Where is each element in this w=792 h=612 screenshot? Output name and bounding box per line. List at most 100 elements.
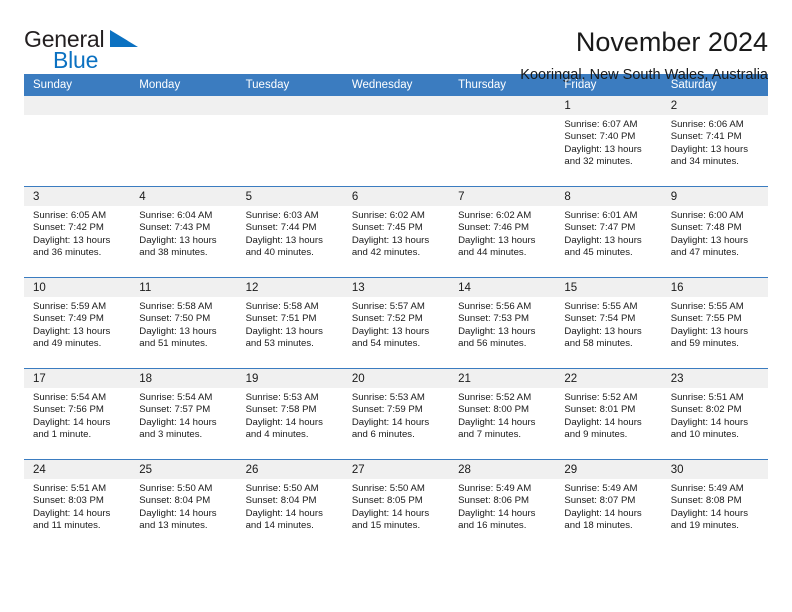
calendar-day-cell[interactable]: 6 Sunrise: 6:02 AM Sunset: 7:45 PM Daylight… xyxy=(342,186,450,278)
sunrise-time: Sunrise: 5:58 AM xyxy=(245,301,319,312)
sunrise-time: Sunrise: 5:51 AM xyxy=(33,483,107,494)
calendar-day-cell[interactable]: 18 Sunrise: 5:54 AM Sunset: 7:57 PM Dayligh… xyxy=(130,368,237,460)
calendar-day-cell[interactable]: 27 Sunrise: 5:50 AM Sunset: 8:05 PM Dayligh… xyxy=(342,459,450,550)
sunset-time: Sunset: 8:06 PM xyxy=(458,495,530,507)
day-cell-content: 18 Sunrise: 5:54 AM Sunset: 7:57 PM Dayligh… xyxy=(130,369,237,459)
sunrise-time: Sunrise: 5:54 AM xyxy=(139,392,213,403)
day-number: 27 xyxy=(342,460,450,479)
calendar-day-cell[interactable] xyxy=(449,96,556,187)
day-cell-content xyxy=(130,96,237,186)
sun-info: Sunrise: 5:58 AM Sunset: 7:50 PM Daylight:… xyxy=(130,297,236,351)
calendar-day-cell[interactable] xyxy=(342,96,450,187)
day-cell-content xyxy=(342,96,450,186)
calendar-day-cell[interactable]: 14 Sunrise: 5:56 AM Sunset: 7:53 PM Dayligh… xyxy=(449,277,556,369)
day-number: 30 xyxy=(661,460,768,479)
sun-info: Sunrise: 6:04 AM Sunset: 7:43 PM Daylight:… xyxy=(130,206,236,260)
sunrise-time: Sunrise: 5:57 AM xyxy=(351,301,425,312)
day-number xyxy=(24,96,131,115)
calendar-day-cell[interactable]: 1 Sunrise: 6:07 AM Sunset: 7:40 PM Daylight… xyxy=(555,96,662,187)
daylight-duration-line2: and 14 minutes. xyxy=(245,520,314,532)
calendar-day-cell[interactable]: 5 Sunrise: 6:03 AM Sunset: 7:44 PM Daylight… xyxy=(236,186,343,278)
day-cell-content: 29 Sunrise: 5:49 AM Sunset: 8:07 PM Dayligh… xyxy=(555,460,662,550)
sunrise-time: Sunrise: 6:05 AM xyxy=(33,210,107,221)
sun-info: Sunrise: 5:58 AM Sunset: 7:51 PM Daylight:… xyxy=(237,297,343,351)
day-cell-content: 7 Sunrise: 6:02 AM Sunset: 7:46 PM Daylight… xyxy=(449,187,556,277)
sun-info: Sunrise: 5:53 AM Sunset: 7:59 PM Daylight:… xyxy=(343,388,449,442)
sun-info: Sunrise: 5:52 AM Sunset: 8:00 PM Daylight:… xyxy=(449,388,555,442)
sunrise-time: Sunrise: 5:52 AM xyxy=(564,392,638,403)
calendar-day-cell[interactable]: 12 Sunrise: 5:58 AM Sunset: 7:51 PM Dayligh… xyxy=(236,277,343,369)
calendar-day-cell[interactable]: 28 Sunrise: 5:49 AM Sunset: 8:06 PM Dayligh… xyxy=(449,459,556,550)
calendar-week-row: 3 Sunrise: 6:05 AM Sunset: 7:42 PM Daylight… xyxy=(24,186,768,278)
daylight-duration-line1: Daylight: 14 hours xyxy=(139,507,217,519)
day-number: 8 xyxy=(555,187,662,206)
day-cell-content: 24 Sunrise: 5:51 AM Sunset: 8:03 PM Dayligh… xyxy=(24,460,131,550)
day-number: 15 xyxy=(555,278,662,297)
daylight-duration-line2: and 4 minutes. xyxy=(245,429,309,441)
calendar-day-cell[interactable] xyxy=(236,96,343,187)
daylight-duration-line2: and 16 minutes. xyxy=(458,520,527,532)
general-blue-logo[interactable]: General Blue xyxy=(24,26,139,73)
day-number: 3 xyxy=(24,187,131,206)
sunrise-time: Sunrise: 5:49 AM xyxy=(670,483,744,494)
calendar-week-row: 17 Sunrise: 5:54 AM Sunset: 7:56 PM Dayligh… xyxy=(24,368,768,460)
calendar-grid: Sunday Monday Tuesday Wednesday Thursday… xyxy=(24,74,768,550)
daylight-duration-line1: Daylight: 13 hours xyxy=(564,234,642,246)
day-cell-content: 25 Sunrise: 5:50 AM Sunset: 8:04 PM Dayligh… xyxy=(130,460,237,550)
day-cell-content: 1 Sunrise: 6:07 AM Sunset: 7:40 PM Daylight… xyxy=(555,96,662,186)
daylight-duration-line2: and 3 minutes. xyxy=(139,429,203,441)
calendar-day-cell[interactable]: 17 Sunrise: 5:54 AM Sunset: 7:56 PM Dayligh… xyxy=(24,368,131,460)
calendar-day-cell[interactable]: 11 Sunrise: 5:58 AM Sunset: 7:50 PM Dayligh… xyxy=(130,277,237,369)
sunset-time: Sunset: 7:59 PM xyxy=(351,404,423,416)
sunset-time: Sunset: 8:02 PM xyxy=(670,404,742,416)
calendar-day-cell[interactable] xyxy=(24,96,131,187)
day-number: 19 xyxy=(236,369,343,388)
calendar-day-cell[interactable]: 15 Sunrise: 5:55 AM Sunset: 7:54 PM Dayligh… xyxy=(555,277,662,369)
sunset-time: Sunset: 7:41 PM xyxy=(670,131,742,143)
day-number: 26 xyxy=(236,460,343,479)
daylight-duration-line1: Daylight: 13 hours xyxy=(564,143,642,155)
day-number xyxy=(236,96,343,115)
daylight-duration-line2: and 59 minutes. xyxy=(670,338,739,350)
day-cell-content: 6 Sunrise: 6:02 AM Sunset: 7:45 PM Daylight… xyxy=(342,187,450,277)
calendar-day-cell[interactable]: 19 Sunrise: 5:53 AM Sunset: 7:58 PM Dayligh… xyxy=(236,368,343,460)
calendar-day-cell[interactable]: 25 Sunrise: 5:50 AM Sunset: 8:04 PM Dayligh… xyxy=(130,459,237,550)
calendar-day-cell[interactable]: 9 Sunrise: 6:00 AM Sunset: 7:48 PM Daylight… xyxy=(661,186,768,278)
calendar-day-cell[interactable]: 29 Sunrise: 5:49 AM Sunset: 8:07 PM Dayligh… xyxy=(555,459,662,550)
daylight-duration-line1: Daylight: 13 hours xyxy=(245,234,323,246)
calendar-day-cell[interactable]: 8 Sunrise: 6:01 AM Sunset: 7:47 PM Daylight… xyxy=(555,186,662,278)
day-cell-content: 21 Sunrise: 5:52 AM Sunset: 8:00 PM Dayligh… xyxy=(449,369,556,459)
calendar-day-cell[interactable]: 4 Sunrise: 6:04 AM Sunset: 7:43 PM Daylight… xyxy=(130,186,237,278)
daylight-duration-line1: Daylight: 14 hours xyxy=(351,507,430,519)
calendar-day-cell[interactable]: 21 Sunrise: 5:52 AM Sunset: 8:00 PM Dayligh… xyxy=(449,368,556,460)
daylight-duration-line1: Daylight: 14 hours xyxy=(458,416,536,428)
calendar-day-cell[interactable]: 24 Sunrise: 5:51 AM Sunset: 8:03 PM Dayligh… xyxy=(24,459,131,550)
calendar-day-cell[interactable]: 22 Sunrise: 5:52 AM Sunset: 8:01 PM Dayligh… xyxy=(555,368,662,460)
calendar-day-cell[interactable]: 13 Sunrise: 5:57 AM Sunset: 7:52 PM Dayligh… xyxy=(342,277,450,369)
sun-info: Sunrise: 5:57 AM Sunset: 7:52 PM Daylight:… xyxy=(343,297,449,351)
daylight-duration-line1: Daylight: 14 hours xyxy=(33,507,111,519)
calendar-day-cell[interactable]: 3 Sunrise: 6:05 AM Sunset: 7:42 PM Daylight… xyxy=(24,186,131,278)
sunrise-time: Sunrise: 6:00 AM xyxy=(670,210,744,221)
calendar-day-cell[interactable]: 26 Sunrise: 5:50 AM Sunset: 8:04 PM Dayligh… xyxy=(236,459,343,550)
day-cell-content: 15 Sunrise: 5:55 AM Sunset: 7:54 PM Dayligh… xyxy=(555,278,662,368)
calendar-day-cell[interactable]: 7 Sunrise: 6:02 AM Sunset: 7:46 PM Daylight… xyxy=(449,186,556,278)
calendar-day-cell[interactable] xyxy=(130,96,237,187)
day-number: 4 xyxy=(130,187,237,206)
sunrise-time: Sunrise: 5:51 AM xyxy=(670,392,744,403)
sun-info: Sunrise: 5:50 AM Sunset: 8:05 PM Daylight:… xyxy=(343,479,449,533)
calendar-day-cell[interactable]: 10 Sunrise: 5:59 AM Sunset: 7:49 PM Dayligh… xyxy=(24,277,131,369)
sunset-time: Sunset: 7:49 PM xyxy=(33,313,104,325)
calendar-day-cell[interactable]: 23 Sunrise: 5:51 AM Sunset: 8:02 PM Dayligh… xyxy=(661,368,768,460)
weekday-header-sunday: Sunday xyxy=(24,74,131,96)
sunset-time: Sunset: 8:04 PM xyxy=(245,495,317,507)
day-number: 16 xyxy=(661,278,768,297)
calendar-day-cell[interactable]: 30 Sunrise: 5:49 AM Sunset: 8:08 PM Dayligh… xyxy=(661,459,768,550)
sunrise-time: Sunrise: 5:49 AM xyxy=(458,483,532,494)
calendar-day-cell[interactable]: 20 Sunrise: 5:53 AM Sunset: 7:59 PM Dayligh… xyxy=(342,368,450,460)
day-cell-content: 20 Sunrise: 5:53 AM Sunset: 7:59 PM Dayligh… xyxy=(342,369,450,459)
day-number: 28 xyxy=(449,460,556,479)
day-number: 14 xyxy=(449,278,556,297)
calendar-day-cell[interactable]: 16 Sunrise: 5:55 AM Sunset: 7:55 PM Dayligh… xyxy=(661,277,768,369)
calendar-day-cell[interactable]: 2 Sunrise: 6:06 AM Sunset: 7:41 PM Daylight… xyxy=(661,96,768,187)
